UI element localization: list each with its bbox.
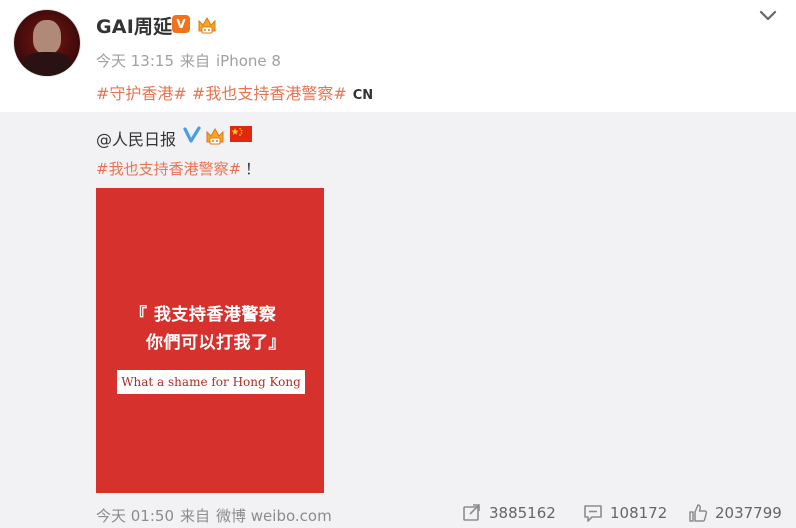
repost-source-prefix: 来自 [180,507,211,525]
post-text: #守护香港# #我也支持香港警察# CN [96,80,373,104]
verified-v-icon: V [172,15,190,33]
like-icon [689,504,708,522]
comment-count: 108172 [610,504,668,522]
forward-count: 3885162 [489,504,556,522]
username[interactable]: GAI周延 [96,12,172,39]
repost-image[interactable]: 『 我支持香港警察 你們可以打我了』 What a shame for Hong… [96,188,324,493]
china-flag-icon [230,126,252,142]
post-time[interactable]: 今天 13:15 [96,52,174,70]
member-crown-icon [204,125,226,151]
repost-text: #我也支持香港警察#！ [96,158,260,179]
repost-author[interactable]: @人民日报 [96,126,176,150]
repost-source[interactable]: 微博 weibo.com [216,507,332,525]
region-tag: CN [352,88,374,103]
topic-link-support-police[interactable]: #我也支持香港警察# [192,84,347,103]
topic-link-support-police[interactable]: #我也支持香港警察# [96,160,241,178]
forward-button[interactable]: 3885162 [462,504,556,522]
comment-button[interactable]: 108172 [583,504,667,522]
avatar[interactable] [14,10,80,76]
like-button[interactable]: 2037799 [688,504,782,522]
comment-icon [584,505,602,522]
exclamation: ！ [245,160,261,178]
image-banner: What a shame for Hong Kong [117,370,305,394]
post-source-prefix: 来自 [180,52,211,70]
repost-meta: 今天 01:50 来自 微博 weibo.com [96,505,338,526]
post-source: iPhone 8 [216,52,281,70]
verified-v-icon [183,126,201,148]
avatar-body [22,52,72,76]
repost-panel: @人民日报 #我也支持香港警察#！ 『 我支持香港警察 你們可以打我了』 Wha… [0,112,796,528]
topic-link-protect-hk[interactable]: #守护香港# [96,84,187,103]
forward-icon [463,504,480,521]
member-crown-icon [196,14,218,40]
image-text-line2: 你們可以打我了』 [146,333,286,353]
chevron-down-icon[interactable] [758,8,778,24]
image-text-line1: 『 我支持香港警察 [130,305,277,325]
repost-time[interactable]: 今天 01:50 [96,507,174,525]
like-count: 2037799 [715,504,782,522]
post-meta: 今天 13:15 来自 iPhone 8 [96,50,287,71]
avatar-face [33,20,61,54]
weibo-post: GAI周延 V 今天 13:15 来自 iPhone 8 #守护香港# #我也支持香… [0,0,796,528]
